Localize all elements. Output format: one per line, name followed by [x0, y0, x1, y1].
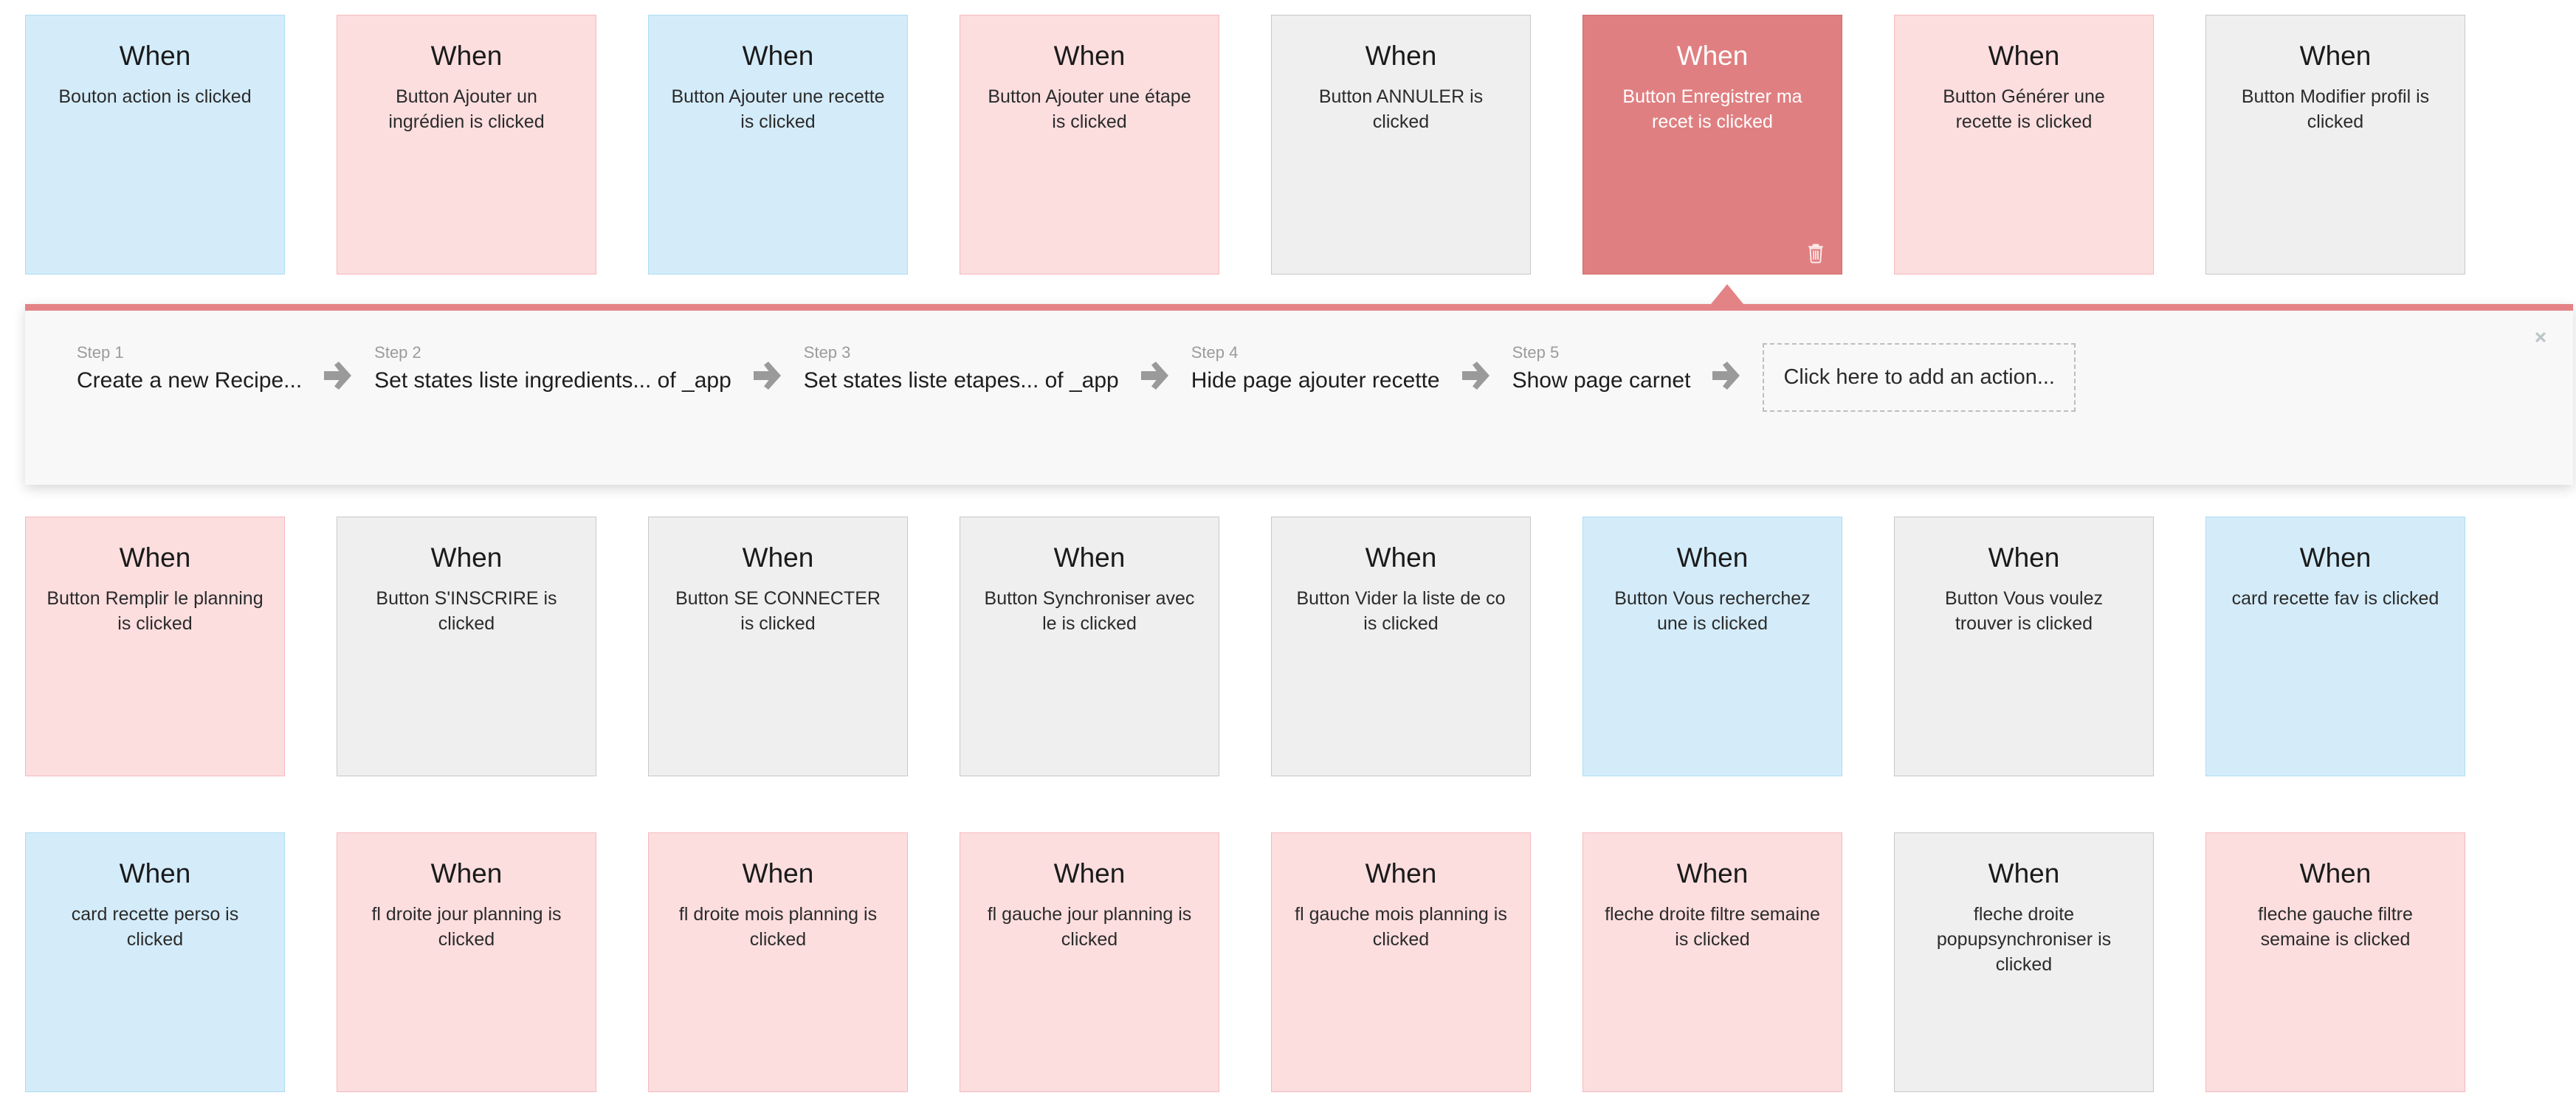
arrow-right-icon	[752, 339, 783, 390]
workflow-step-title: Set states liste ingredients... of _app	[374, 368, 731, 393]
when-card-description: Button Ajouter un ingrédien is clicked	[388, 86, 545, 132]
when-card[interactable]: When fl droite jour planning is clicked	[337, 832, 596, 1092]
when-card[interactable]: When fleche droite filtre semaine is clic…	[1583, 832, 1842, 1092]
when-card-description: Button Enregistrer ma recet is clicked	[1622, 86, 1802, 132]
close-icon[interactable]	[2526, 322, 2555, 352]
when-card-title: When	[1365, 41, 1437, 71]
when-card-title: When	[1988, 41, 2060, 71]
workflow-step-number: Step 5	[1512, 343, 1560, 362]
when-card[interactable]: When Button Vous voulez trouver is clicke…	[1894, 517, 2154, 776]
when-card-description: Button Remplir le planning is clicked	[47, 588, 264, 634]
when-card[interactable]: When Button Vous recherchez une is clicke…	[1583, 517, 1842, 776]
workflow-steps-panel: Step 1 Create a new Recipe... Step 2 Set st…	[25, 304, 2573, 485]
workflow-step[interactable]: Step 2 Set states liste ingredients... of…	[374, 339, 731, 398]
arrow-right-icon	[1461, 339, 1492, 390]
when-card-title: When	[119, 41, 191, 71]
when-card-title: When	[742, 542, 814, 573]
when-card-description: fl gauche jour planning is clicked	[987, 904, 1192, 950]
workflow-step-title: Hide page ajouter recette	[1191, 368, 1440, 393]
when-card-description: Button Vider la liste de co is clicked	[1296, 588, 1506, 634]
when-card[interactable]: When Bouton action is clicked	[25, 15, 285, 275]
when-card-description: Button Vous recherchez une is clicked	[1614, 588, 1811, 634]
when-card-title: When	[1365, 542, 1437, 573]
when-card[interactable]: When Button Vider la liste de co is click…	[1271, 517, 1531, 776]
when-card-title: When	[430, 858, 503, 888]
when-card-description: fleche gauche filtre semaine is clicked	[2258, 904, 2413, 950]
when-card-description: Button Vous voulez trouver is clicked	[1944, 588, 2104, 634]
when-card[interactable]: When Button S'INSCRIRE is clicked	[337, 517, 596, 776]
when-card[interactable]: When Button Modifier profil is clicked	[2205, 15, 2465, 275]
when-card-title: When	[119, 858, 191, 888]
when-card[interactable]: When Button Ajouter un ingrédien is click…	[337, 15, 596, 275]
arrow-right-icon	[1711, 339, 1742, 390]
when-card[interactable]: When fl gauche jour planning is clicked	[960, 832, 1219, 1092]
when-card-description: fleche droite filtre semaine is clicked	[1605, 904, 1820, 950]
panel-pointer-triangle	[1711, 284, 1743, 304]
when-card-description: fl gauche mois planning is clicked	[1295, 904, 1507, 950]
add-action-label: Click here to add an action...	[1783, 365, 2055, 389]
when-card-description: Button ANNULER is clicked	[1318, 86, 1484, 132]
workflow-step-title: Set states liste etapes... of _app	[803, 368, 1119, 393]
when-card-title: When	[1676, 41, 1749, 71]
workflow-steps-row: Step 1 Create a new Recipe... Step 2 Set st…	[77, 339, 2076, 412]
when-card-description: Button SE CONNECTER is clicked	[675, 588, 881, 634]
when-card[interactable]: When Button Ajouter une recette is clicke…	[648, 15, 908, 275]
workflow-step-title: Create a new Recipe...	[77, 368, 303, 393]
arrow-right-icon	[1140, 339, 1171, 390]
when-card-description: Bouton action is clicked	[58, 86, 252, 107]
when-card[interactable]: When Button SE CONNECTER is clicked	[648, 517, 908, 776]
when-card-description: Button Synchroniser avec le is clicked	[984, 588, 1195, 634]
workflow-step[interactable]: Step 3 Set states liste etapes... of _app	[804, 339, 1119, 398]
when-card[interactable]: When fl droite mois planning is clicked	[648, 832, 908, 1092]
when-card[interactable]: When fl gauche mois planning is clicked	[1271, 832, 1531, 1092]
workflow-step[interactable]: Step 5 Show page carnet	[1512, 339, 1691, 398]
when-card-description: Button Modifier profil is clicked	[2241, 86, 2430, 132]
when-card-description: Button Générer une recette is clicked	[1943, 86, 2105, 132]
when-card-title: When	[1988, 542, 2060, 573]
when-card-title: When	[2299, 542, 2372, 573]
trash-icon[interactable]	[1806, 243, 1825, 263]
when-card-title: When	[742, 41, 814, 71]
workflow-step-number: Step 2	[374, 343, 421, 362]
when-card-description: fl droite jour planning is clicked	[371, 904, 562, 950]
when-card[interactable]: When fleche gauche filtre semaine is clic…	[2205, 832, 2465, 1092]
when-card-description: Button Ajouter une recette is clicked	[671, 86, 885, 132]
when-card-title: When	[1053, 858, 1126, 888]
when-card[interactable]: When Button Générer une recette is clicke…	[1894, 15, 2154, 275]
when-card-title: When	[1988, 858, 2060, 888]
when-card[interactable]: When card recette fav is clicked	[2205, 517, 2465, 776]
when-card-title: When	[742, 858, 814, 888]
when-card-description: fleche droite popupsynchroniser is click…	[1936, 904, 2112, 975]
when-card-title: When	[2299, 41, 2372, 71]
when-card-title: When	[1053, 542, 1126, 573]
when-card-description: Button Ajouter une étape is clicked	[988, 86, 1191, 132]
when-card[interactable]: When Button Remplir le planning is clicke…	[25, 517, 285, 776]
when-card[interactable]: When Button Ajouter une étape is clicked	[960, 15, 1219, 275]
when-card-description: fl droite mois planning is clicked	[678, 904, 878, 950]
when-card-title: When	[119, 542, 191, 573]
workflow-step-number: Step 3	[803, 343, 851, 362]
when-card-title: When	[2299, 858, 2372, 888]
when-card[interactable]: When Button ANNULER is clicked	[1271, 15, 1531, 275]
when-card-title: When	[1053, 41, 1126, 71]
workflow-step-number: Step 4	[1191, 343, 1239, 362]
when-card-title: When	[1676, 542, 1749, 573]
when-card-title: When	[430, 542, 503, 573]
when-card[interactable]: When card recette perso is clicked	[25, 832, 285, 1092]
workflow-step[interactable]: Step 1 Create a new Recipe...	[77, 339, 302, 398]
when-card-title: When	[1365, 858, 1437, 888]
when-card-title: When	[430, 41, 503, 71]
when-card[interactable]: When fleche droite popupsynchroniser is c…	[1894, 832, 2154, 1092]
when-card-title: When	[1676, 858, 1749, 888]
workflow-step[interactable]: Step 4 Hide page ajouter recette	[1191, 339, 1440, 398]
when-card[interactable]: When Button Synchroniser avec le is click…	[960, 517, 1219, 776]
when-card-description: card recette perso is clicked	[71, 904, 239, 950]
workflow-step-number: Step 1	[77, 343, 124, 362]
add-action-button[interactable]: Click here to add an action...	[1763, 343, 2076, 412]
when-card-description: Button S'INSCRIRE is clicked	[376, 588, 557, 634]
when-card[interactable]: When Button Enregistrer ma recet is click…	[1583, 15, 1842, 275]
when-card-description: card recette fav is clicked	[2231, 588, 2439, 609]
arrow-right-icon	[323, 339, 354, 390]
workflow-step-title: Show page carnet	[1512, 368, 1691, 393]
